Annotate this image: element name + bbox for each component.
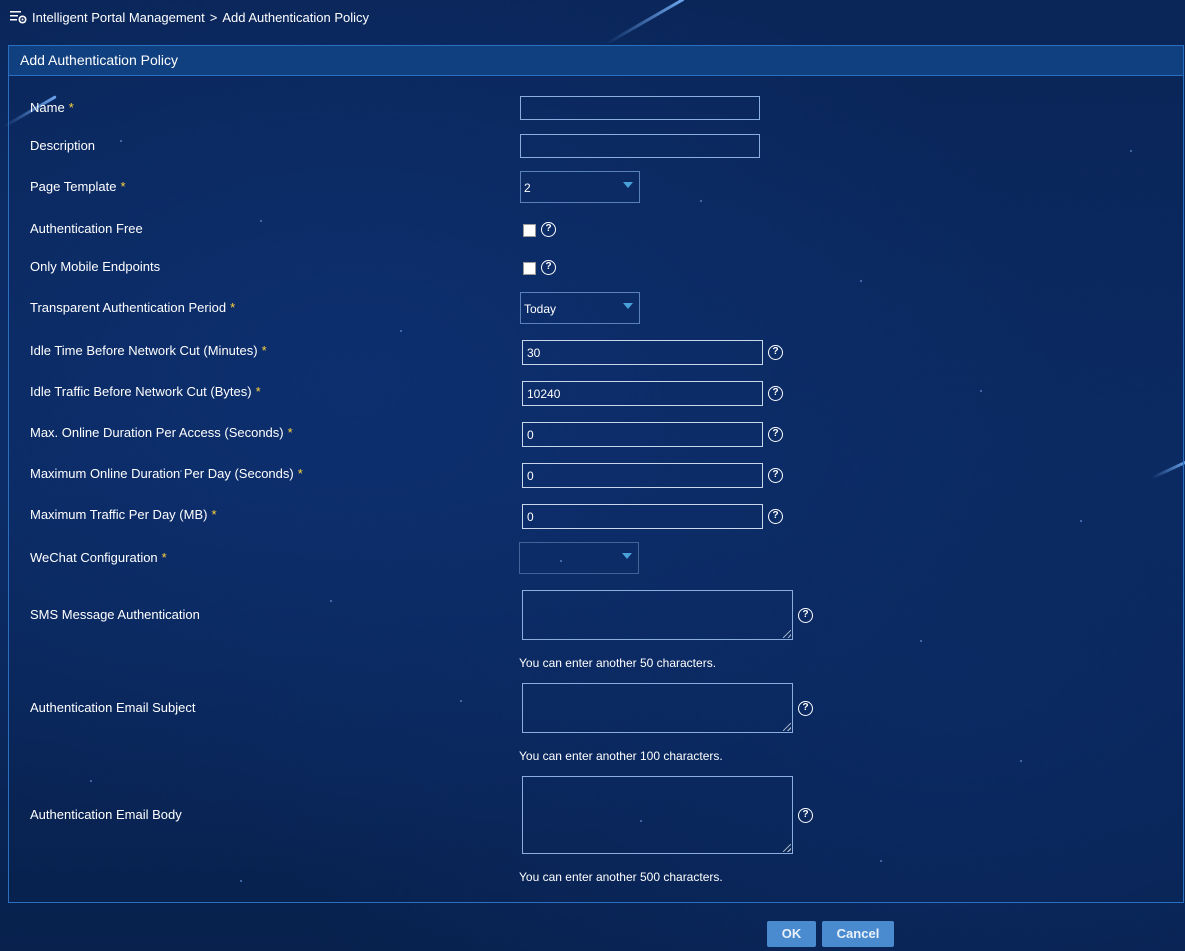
wechat-config-label: WeChat Configuration *: [30, 550, 167, 566]
idle-time-label-text: Idle Time Before Network Cut (Minutes): [30, 343, 258, 358]
help-circle-icon[interactable]: ?: [768, 427, 783, 442]
required-marker: *: [287, 425, 293, 440]
help-circle-icon[interactable]: ?: [768, 468, 783, 483]
wechat-config-select[interactable]: [519, 542, 639, 574]
email-body-textarea[interactable]: [522, 776, 793, 854]
max-traffic-per-day-input[interactable]: [522, 504, 763, 529]
required-marker: *: [68, 100, 74, 115]
transparent-auth-period-label: Transparent Authentication Period *: [30, 300, 235, 316]
page-template-label: Page Template *: [30, 179, 126, 195]
help-circle-icon[interactable]: ?: [768, 345, 783, 360]
page-template-value: 2: [524, 181, 531, 195]
breadcrumb: Intelligent Portal Management > Add Auth…: [10, 9, 369, 25]
resize-grip-icon[interactable]: [783, 844, 791, 852]
max-online-per-day-input[interactable]: [522, 463, 763, 488]
max-traffic-per-day-label: Maximum Traffic Per Day (MB) *: [30, 507, 217, 523]
email-body-label: Authentication Email Body: [30, 807, 182, 822]
required-marker: *: [255, 384, 261, 399]
transparent-auth-period-value: Today: [524, 302, 557, 316]
caret-down-icon: [623, 303, 633, 309]
required-marker: *: [161, 550, 167, 565]
required-marker: *: [297, 466, 303, 481]
help-circle-icon[interactable]: ?: [798, 701, 813, 716]
authentication-free-checkbox[interactable]: [523, 224, 536, 237]
idle-traffic-input[interactable]: [522, 381, 763, 406]
help-circle-icon[interactable]: ?: [541, 260, 556, 275]
max-online-per-day-label: Maximum Online Duration Per Day (Seconds…: [30, 466, 303, 482]
max-online-per-access-input[interactable]: [522, 422, 763, 447]
sms-auth-label: SMS Message Authentication: [30, 607, 200, 622]
panel-title: Add Authentication Policy: [9, 46, 1183, 76]
name-input[interactable]: [520, 96, 760, 120]
wechat-config-label-text: WeChat Configuration: [30, 550, 158, 565]
transparent-auth-period-select[interactable]: Today: [520, 292, 640, 324]
transparent-auth-period-label-text: Transparent Authentication Period: [30, 300, 227, 315]
required-marker: *: [211, 507, 217, 522]
email-subject-textarea[interactable]: [522, 683, 793, 733]
required-marker: *: [120, 179, 126, 194]
max-traffic-per-day-label-text: Maximum Traffic Per Day (MB): [30, 507, 208, 522]
name-label-text: Name: [30, 100, 65, 115]
max-online-per-day-label-text: Maximum Online Duration Per Day (Seconds…: [30, 466, 294, 481]
page-template-label-text: Page Template: [30, 179, 117, 194]
resize-grip-icon[interactable]: [783, 630, 791, 638]
help-circle-icon[interactable]: ?: [768, 509, 783, 524]
resize-grip-icon[interactable]: [783, 723, 791, 731]
ok-button[interactable]: OK: [767, 921, 816, 947]
help-circle-icon[interactable]: ?: [541, 222, 556, 237]
idle-traffic-label-text: Idle Traffic Before Network Cut (Bytes): [30, 384, 252, 399]
breadcrumb-separator: >: [209, 9, 218, 25]
sms-auth-textarea[interactable]: [522, 590, 793, 640]
authentication-free-label: Authentication Free: [30, 221, 143, 236]
idle-time-label: Idle Time Before Network Cut (Minutes) *: [30, 343, 267, 359]
caret-down-icon: [623, 182, 633, 188]
breadcrumb-current: Add Authentication Policy: [222, 9, 370, 25]
breadcrumb-root[interactable]: Intelligent Portal Management: [32, 10, 205, 25]
sms-auth-hint: You can enter another 50 characters.: [519, 656, 717, 670]
idle-time-input[interactable]: [522, 340, 763, 365]
email-body-hint: You can enter another 500 characters.: [519, 870, 723, 884]
caret-down-icon: [622, 553, 632, 559]
max-online-per-access-label-text: Max. Online Duration Per Access (Seconds…: [30, 425, 284, 440]
help-circle-icon[interactable]: ?: [798, 608, 813, 623]
page-template-select[interactable]: 2: [520, 171, 640, 203]
required-marker: *: [230, 300, 236, 315]
max-online-per-access-label: Max. Online Duration Per Access (Seconds…: [30, 425, 293, 441]
name-label: Name *: [30, 100, 74, 116]
only-mobile-endpoints-label: Only Mobile Endpoints: [30, 259, 161, 274]
required-marker: *: [261, 343, 267, 358]
menu-gear-icon: [10, 11, 27, 24]
help-circle-icon[interactable]: ?: [798, 808, 813, 823]
help-circle-icon[interactable]: ?: [768, 386, 783, 401]
cancel-button[interactable]: Cancel: [822, 921, 894, 947]
only-mobile-endpoints-checkbox[interactable]: [523, 262, 536, 275]
idle-traffic-label: Idle Traffic Before Network Cut (Bytes) *: [30, 384, 261, 400]
email-subject-hint: You can enter another 100 characters.: [519, 749, 723, 763]
description-label: Description: [30, 138, 96, 153]
email-subject-label: Authentication Email Subject: [30, 700, 196, 715]
description-input[interactable]: [520, 134, 760, 158]
